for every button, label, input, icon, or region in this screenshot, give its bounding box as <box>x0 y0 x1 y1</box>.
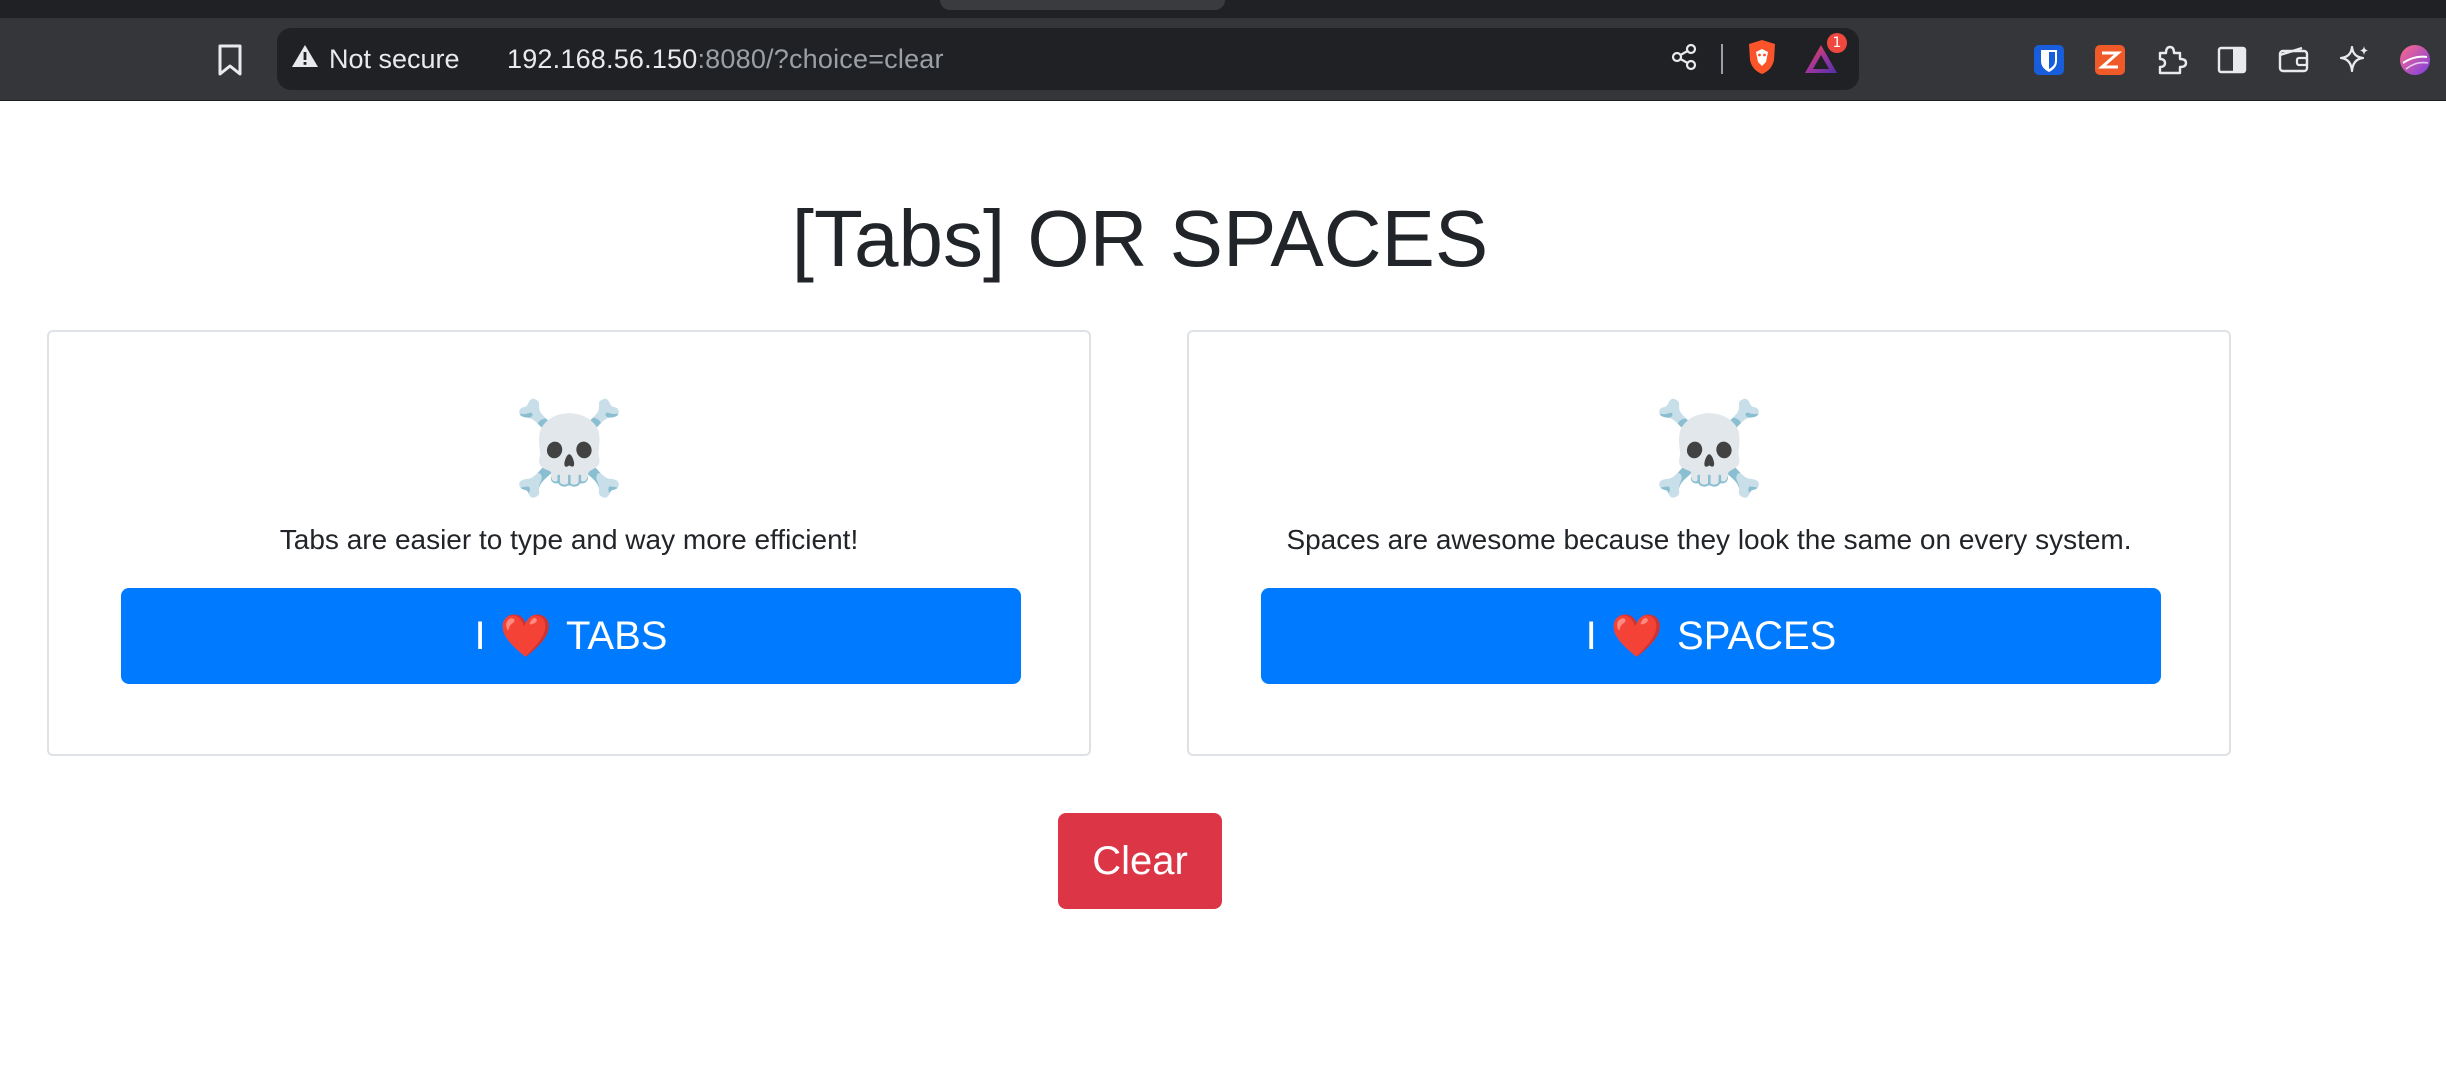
url-host: 192.168.56.150 <box>507 43 698 74</box>
clear-button[interactable]: Clear <box>1058 813 1222 909</box>
leo-ai-icon[interactable] <box>2335 41 2373 79</box>
brave-shields-icon[interactable] <box>1745 38 1779 81</box>
browser-tabstrip <box>0 0 2446 18</box>
button-prefix: I <box>474 613 486 658</box>
brave-rewards-icon[interactable]: 1 <box>1801 33 1847 79</box>
heart-icon: ❤️ <box>499 611 552 660</box>
puzzle-icon[interactable] <box>2152 41 2190 79</box>
profile-avatar-icon[interactable] <box>2396 41 2434 79</box>
vote-tabs-button[interactable]: I ❤️ TABS <box>121 588 1021 684</box>
url-text[interactable]: 192.168.56.150:8080/?choice=clear <box>507 28 944 90</box>
page-title: [Tabs] OR SPACES <box>791 194 1489 283</box>
divider <box>1721 44 1723 74</box>
security-label: Not secure <box>329 43 460 74</box>
skull-crossbones-icon: ☠️ <box>1652 396 1766 501</box>
skull-crossbones-icon: ☠️ <box>512 396 626 501</box>
extension-z-icon[interactable] <box>2091 41 2129 79</box>
share-icon[interactable] <box>1669 42 1699 77</box>
warning-icon <box>291 43 319 76</box>
extensions-bar <box>2030 40 2434 80</box>
spaces-description: Spaces are awesome because they look the… <box>1286 524 2132 555</box>
page-content: [Tabs] OR SPACES ☠️ Tabs are easier to t… <box>0 101 2446 1090</box>
vote-spaces-button[interactable]: I ❤️ SPACES <box>1261 588 2161 684</box>
button-prefix: I <box>1585 613 1597 658</box>
tabs-description: Tabs are easier to type and way more eff… <box>279 524 859 555</box>
heart-icon: ❤️ <box>1610 611 1664 660</box>
wallet-icon[interactable] <box>2274 41 2312 79</box>
tabs-card: ☠️ Tabs are easier to type and way more … <box>47 330 1091 756</box>
spaces-card: ☠️ Spaces are awesome because they look … <box>1187 330 2231 756</box>
sidebar-icon[interactable] <box>2213 41 2251 79</box>
bookmark-icon[interactable] <box>210 40 250 80</box>
browser-toolbar: Not secure 192.168.56.150:8080/?choice=c… <box>0 18 2446 101</box>
notification-badge: 1 <box>1827 33 1847 53</box>
bitwarden-icon[interactable] <box>2030 41 2068 79</box>
address-bar[interactable]: Not secure 192.168.56.150:8080/?choice=c… <box>277 28 1859 90</box>
button-label: TABS <box>565 613 668 658</box>
active-tab-indicator[interactable] <box>940 0 1225 10</box>
security-chip[interactable]: Not secure <box>291 28 460 90</box>
url-path: :8080/?choice=clear <box>697 43 944 74</box>
button-label: SPACES <box>1677 613 1837 658</box>
